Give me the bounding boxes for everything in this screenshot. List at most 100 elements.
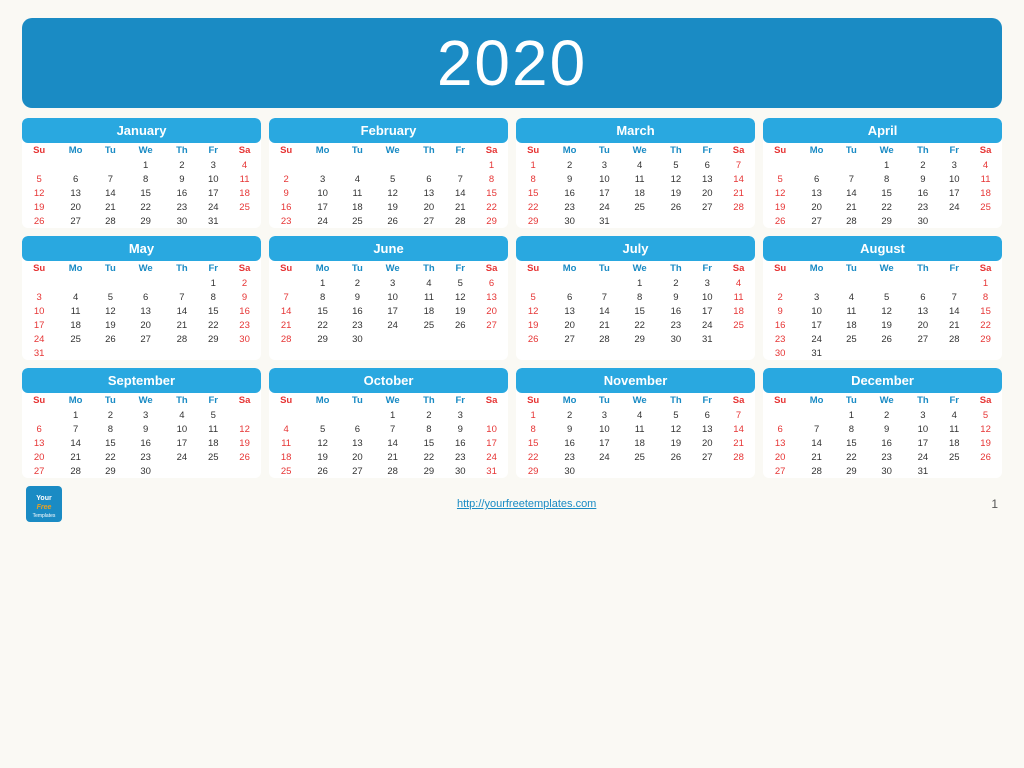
day-cell: 11 [620, 422, 660, 436]
day-cell: 13 [907, 304, 940, 318]
day-cell: 17 [166, 436, 199, 450]
dow-header-fr: Fr [198, 143, 228, 158]
dow-header-tu: Tu [836, 143, 867, 158]
day-cell [445, 332, 475, 346]
month-may: MaySuMoTuWeThFrSa12345678910111213141516… [22, 236, 261, 360]
day-cell: 3 [303, 172, 342, 186]
day-cell: 1 [373, 408, 413, 422]
day-cell: 8 [516, 422, 550, 436]
day-cell: 6 [797, 172, 836, 186]
day-cell: 8 [198, 290, 228, 304]
week-row: 567891011 [22, 172, 261, 186]
day-cell [413, 332, 446, 346]
week-row: 23242526272829 [763, 332, 1002, 346]
day-cell: 9 [867, 422, 907, 436]
day-cell: 22 [516, 200, 550, 214]
day-cell: 30 [660, 332, 693, 346]
day-cell [126, 346, 166, 360]
footer-url[interactable]: http://yourfreetemplates.com [457, 498, 596, 510]
day-cell [126, 276, 166, 290]
day-cell: 9 [342, 290, 373, 304]
day-cell: 23 [342, 318, 373, 332]
day-cell: 27 [413, 214, 446, 228]
dow-header-sa: Sa [722, 393, 755, 408]
day-cell: 20 [22, 450, 56, 464]
day-cell: 10 [797, 304, 836, 318]
day-cell: 25 [620, 200, 660, 214]
month-january: JanuarySuMoTuWeThFrSa1234567891011121314… [22, 118, 261, 228]
week-row: 18192021222324 [269, 450, 508, 464]
dow-header-su: Su [269, 261, 303, 276]
dow-header-sa: Sa [969, 393, 1002, 408]
month-table-july: SuMoTuWeThFrSa12345678910111213141516171… [516, 261, 755, 346]
day-cell: 1 [303, 276, 342, 290]
day-cell: 25 [836, 332, 867, 346]
day-cell: 19 [22, 200, 56, 214]
day-cell: 20 [907, 318, 940, 332]
day-cell: 18 [413, 304, 446, 318]
day-cell: 23 [445, 450, 475, 464]
dow-header-mo: Mo [550, 261, 589, 276]
day-cell: 23 [269, 214, 303, 228]
day-cell: 7 [939, 290, 969, 304]
day-cell: 25 [939, 450, 969, 464]
day-cell: 14 [373, 436, 413, 450]
day-cell: 28 [56, 464, 95, 478]
day-cell: 23 [166, 200, 199, 214]
day-cell: 16 [126, 436, 166, 450]
day-cell: 24 [475, 450, 508, 464]
day-cell: 29 [413, 464, 446, 478]
month-table-march: SuMoTuWeThFrSa12345678910111213141516171… [516, 143, 755, 228]
day-cell: 27 [22, 464, 56, 478]
day-cell [722, 464, 755, 478]
day-cell: 11 [342, 186, 373, 200]
day-cell: 13 [22, 436, 56, 450]
day-cell: 17 [692, 304, 722, 318]
day-cell: 9 [550, 422, 589, 436]
day-cell: 14 [445, 186, 475, 200]
day-cell: 12 [228, 422, 261, 436]
dow-header-fr: Fr [445, 261, 475, 276]
dow-header-su: Su [763, 261, 797, 276]
month-december: DecemberSuMoTuWeThFrSa123456789101112131… [763, 368, 1002, 478]
day-cell: 5 [763, 172, 797, 186]
week-row: 9101112131415 [763, 304, 1002, 318]
day-cell: 27 [56, 214, 95, 228]
day-cell: 17 [198, 186, 228, 200]
month-table-february: SuMoTuWeThFrSa12345678910111213141516171… [269, 143, 508, 228]
day-cell: 20 [342, 450, 373, 464]
dow-header-mo: Mo [797, 143, 836, 158]
day-cell: 5 [867, 290, 907, 304]
day-cell: 22 [475, 200, 508, 214]
day-cell [56, 276, 95, 290]
dow-header-mo: Mo [797, 261, 836, 276]
day-cell: 6 [692, 158, 722, 172]
day-cell: 19 [660, 436, 693, 450]
day-cell: 11 [836, 304, 867, 318]
day-cell: 26 [660, 200, 693, 214]
day-cell: 27 [550, 332, 589, 346]
day-cell: 12 [969, 422, 1002, 436]
week-row: 13141516171819 [22, 436, 261, 450]
day-cell [269, 276, 303, 290]
day-cell: 30 [342, 332, 373, 346]
day-cell: 13 [692, 172, 722, 186]
day-cell: 22 [620, 318, 660, 332]
dow-header-su: Su [763, 393, 797, 408]
day-cell: 3 [797, 290, 836, 304]
month-march: MarchSuMoTuWeThFrSa123456789101112131415… [516, 118, 755, 228]
day-cell: 13 [126, 304, 166, 318]
day-cell: 6 [550, 290, 589, 304]
day-cell [475, 332, 508, 346]
day-cell: 16 [342, 304, 373, 318]
day-cell: 14 [722, 172, 755, 186]
day-cell: 26 [763, 214, 797, 228]
day-cell: 16 [269, 200, 303, 214]
week-row: 1 [763, 276, 1002, 290]
day-cell: 5 [198, 408, 228, 422]
dow-header-th: Th [166, 261, 199, 276]
day-cell: 7 [269, 290, 303, 304]
day-cell: 13 [550, 304, 589, 318]
day-cell: 14 [166, 304, 199, 318]
month-table-december: SuMoTuWeThFrSa12345678910111213141516171… [763, 393, 1002, 478]
